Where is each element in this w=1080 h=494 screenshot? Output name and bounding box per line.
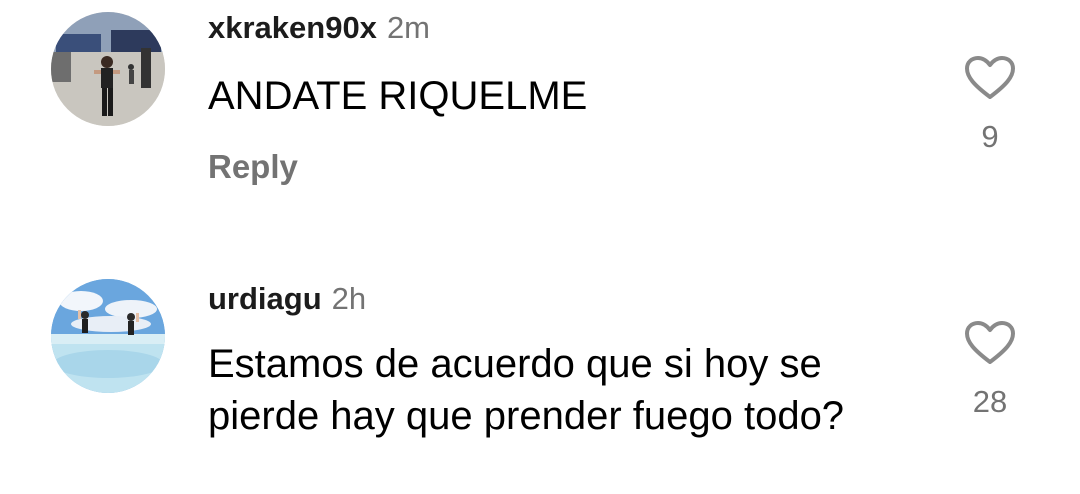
comment-item: xkraken90x 2m ANDATE RIQUELME Reply 9	[0, 0, 1080, 240]
heart-icon[interactable]	[964, 320, 1016, 366]
avatar[interactable]	[51, 279, 165, 393]
timestamp: 2m	[386, 10, 431, 45]
avatar[interactable]	[51, 12, 165, 126]
like-count: 28	[972, 384, 1008, 419]
comment-text: Estamos de acuerdo que si hoy se pierde …	[208, 342, 845, 438]
avatar-photo-icon	[51, 12, 165, 126]
like-control: 9	[960, 55, 1020, 152]
like-control: 28	[960, 320, 1020, 417]
comment-header: urdiagu 2h	[208, 283, 366, 314]
comment-header: xkraken90x 2m	[208, 12, 430, 43]
comment-item: urdiagu 2h Estamos de acuerdo que si hoy …	[0, 270, 1080, 494]
heart-icon[interactable]	[964, 55, 1016, 101]
comment-text: ANDATE RIQUELME	[208, 74, 588, 118]
username[interactable]: xkraken90x	[208, 10, 377, 45]
avatar-photo-icon	[51, 279, 165, 393]
reply-button[interactable]: Reply	[208, 148, 298, 186]
like-count: 9	[981, 119, 999, 154]
username[interactable]: urdiagu	[208, 281, 322, 316]
timestamp: 2h	[331, 281, 367, 316]
